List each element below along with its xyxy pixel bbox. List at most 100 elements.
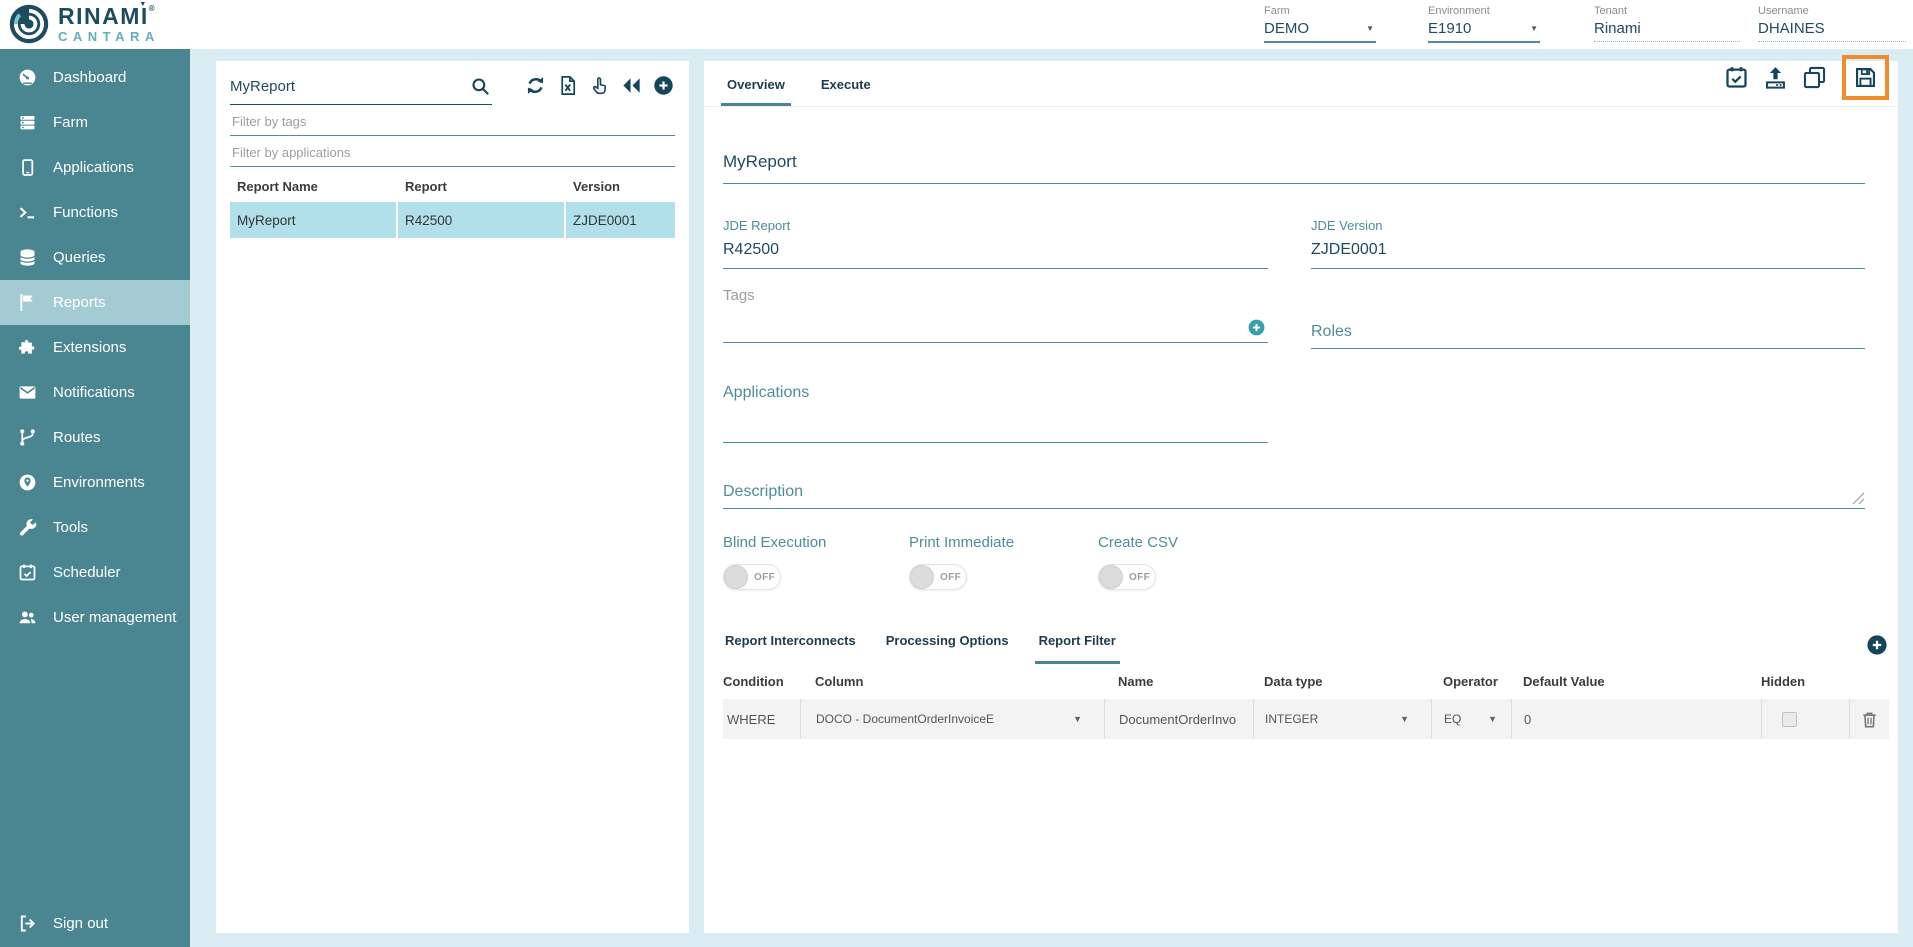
chevron-down-icon: ▼: [1366, 24, 1374, 33]
jde-version-field[interactable]: ZJDE0001: [1311, 241, 1865, 269]
chevron-down-icon: ▼: [1530, 24, 1538, 33]
column-column: Column: [800, 674, 1104, 689]
logo-swirl-icon: [8, 3, 50, 45]
logo-line2: CANTARA: [58, 30, 160, 43]
sidebar-item-scheduler[interactable]: Scheduler: [0, 550, 190, 595]
chevron-down-icon: ▼: [1488, 714, 1497, 724]
sidebar-item-environments[interactable]: Environments: [0, 460, 190, 505]
registered-mark: ®: [149, 4, 156, 13]
column-default-value: Default Value: [1511, 674, 1761, 689]
search-icon[interactable]: [469, 75, 492, 98]
select-hand-button[interactable]: [588, 74, 611, 97]
sidebar-nav: Dashboard Farm Applications Functions: [0, 49, 190, 640]
list-toolbar: [524, 71, 675, 97]
tab-processing-options[interactable]: Processing Options: [884, 633, 1011, 664]
jde-report-label: JDE Report: [723, 218, 1268, 233]
add-report-button[interactable]: [652, 74, 675, 97]
name-cell[interactable]: DocumentOrderInvo: [1104, 699, 1253, 739]
sidebar-item-routes[interactable]: Routes: [0, 415, 190, 460]
sidebar-item-user-management[interactable]: User management: [0, 595, 190, 640]
roles-label: Roles: [1311, 323, 1865, 348]
detail-tabbar: Overview Execute: [704, 61, 1898, 107]
filter-by-tags-input[interactable]: [230, 105, 675, 136]
sidebar-item-reports[interactable]: Reports: [0, 280, 190, 325]
applications-field[interactable]: Applications: [723, 384, 1268, 443]
rewind-button[interactable]: [620, 74, 643, 97]
delete-filter-button[interactable]: [1859, 709, 1880, 730]
toggle-knob: [1099, 565, 1123, 589]
description-label: Description: [723, 483, 803, 500]
sidebar-item-functions[interactable]: Functions: [0, 190, 190, 235]
copy-button[interactable]: [1801, 64, 1828, 91]
roles-field[interactable]: Roles: [1311, 293, 1865, 349]
sidebar-item-queries[interactable]: Queries: [0, 235, 190, 280]
save-button[interactable]: [1852, 64, 1879, 91]
blind-execution-toggle[interactable]: OFF: [723, 564, 781, 590]
tab-execute[interactable]: Execute: [817, 77, 875, 106]
sidebar-item-tools[interactable]: Tools: [0, 505, 190, 550]
operator-dropdown[interactable]: EQ ▼: [1431, 699, 1511, 739]
environment-label: Environment: [1428, 5, 1540, 17]
save-highlight-box: [1842, 55, 1889, 100]
print-immediate-toggle[interactable]: OFF: [909, 564, 967, 590]
column-version: Version: [566, 179, 675, 194]
schedule-button[interactable]: [1723, 64, 1750, 91]
tenant-field: Tenant Rinami: [1594, 5, 1740, 42]
database-icon: [17, 247, 38, 268]
default-value-cell[interactable]: 0: [1511, 699, 1761, 739]
puzzle-icon: [17, 337, 38, 358]
globe-pin-icon: [17, 472, 38, 493]
environment-select[interactable]: Environment E1910 ▼: [1428, 5, 1540, 43]
tab-report-filter[interactable]: Report Filter: [1037, 633, 1118, 664]
resize-grip[interactable]: [1852, 492, 1865, 505]
toggle-state: OFF: [754, 572, 775, 583]
sidebar-item-extensions[interactable]: Extensions: [0, 325, 190, 370]
column-data-type: Data type: [1253, 674, 1431, 689]
sidebar-item-applications[interactable]: Applications: [0, 145, 190, 190]
data-type-dropdown[interactable]: INTEGER ▼: [1253, 699, 1431, 739]
envelope-icon: [17, 382, 38, 403]
report-search-field: [230, 71, 492, 105]
column-report: Report: [398, 179, 566, 194]
sidebar: Dashboard Farm Applications Functions: [0, 49, 190, 947]
description-field[interactable]: Description: [723, 483, 1865, 509]
chevron-down-icon: ▼: [1073, 714, 1082, 724]
refresh-button[interactable]: [524, 74, 547, 97]
farm-select[interactable]: Farm DEMO ▼: [1264, 5, 1376, 43]
sidebar-item-dashboard[interactable]: Dashboard: [0, 55, 190, 100]
logo-accent: ▼: [139, 1, 147, 8]
tab-overview[interactable]: Overview: [723, 77, 789, 106]
row-version: ZJDE0001: [566, 202, 675, 238]
add-tag-button[interactable]: [1247, 318, 1266, 337]
sidebar-item-notifications[interactable]: Notifications: [0, 370, 190, 415]
toggle-state: OFF: [1129, 572, 1150, 583]
jde-report-field[interactable]: R42500: [723, 241, 1268, 269]
tags-field[interactable]: Tags: [723, 287, 1268, 343]
report-list-row[interactable]: MyReport R42500 ZJDE0001: [230, 202, 675, 238]
filter-by-applications-input[interactable]: [230, 136, 675, 167]
tablet-icon: [17, 157, 38, 178]
toggle-state: OFF: [940, 572, 961, 583]
report-search-input[interactable]: [230, 78, 455, 95]
environment-value: E1910: [1428, 20, 1471, 37]
create-csv-toggle[interactable]: OFF: [1098, 564, 1156, 590]
chevron-down-icon: ▼: [1400, 714, 1409, 724]
sign-out-button[interactable]: Sign out: [0, 899, 190, 947]
username-field: Username DHAINES: [1758, 5, 1906, 42]
reports-list-panel: Report Name Report Version MyReport R425…: [216, 61, 689, 933]
export-excel-button[interactable]: [556, 74, 579, 97]
report-name-field[interactable]: MyReport: [723, 152, 1865, 184]
column-condition: Condition: [723, 674, 800, 689]
column-dropdown[interactable]: DOCO - DocumentOrderInvoiceE ▼: [800, 699, 1104, 739]
hidden-checkbox[interactable]: [1782, 712, 1797, 727]
sidebar-item-farm[interactable]: Farm: [0, 100, 190, 145]
print-immediate-label: Print Immediate: [909, 534, 1098, 551]
jde-version-label: JDE Version: [1311, 218, 1865, 233]
toggle-knob: [910, 565, 934, 589]
farm-servers-icon: [17, 112, 38, 133]
app-logo[interactable]: RINAMI®▼ CANTARA: [8, 3, 160, 45]
tab-report-interconnects[interactable]: Report Interconnects: [723, 633, 858, 664]
tenant-value: Rinami: [1594, 20, 1641, 37]
upload-button[interactable]: [1762, 64, 1789, 91]
add-filter-button[interactable]: [1865, 633, 1889, 657]
